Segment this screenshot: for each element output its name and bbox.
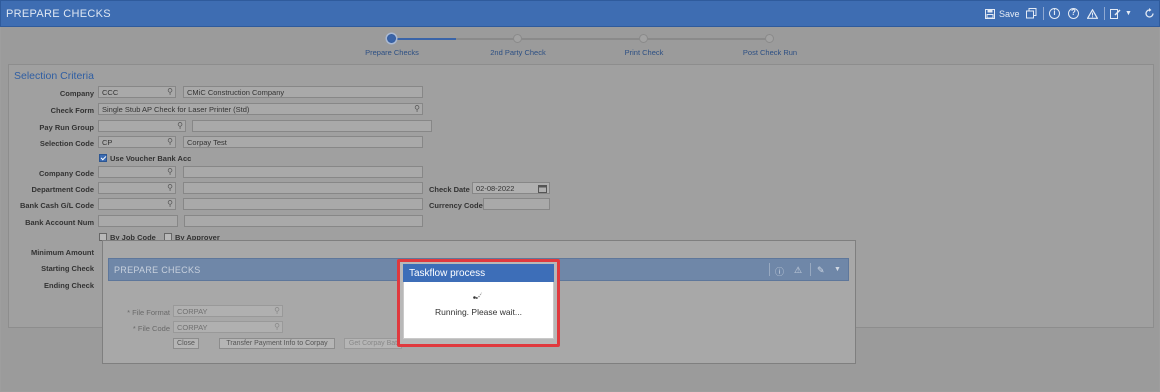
stepper-progress — [396, 38, 456, 40]
chevron-down-icon[interactable]: ▼ — [834, 266, 841, 273]
use-voucher-bank-checkbox[interactable] — [99, 154, 107, 162]
department-code-label: Department Code — [31, 185, 94, 194]
copy-icon — [1026, 8, 1037, 19]
info-icon[interactable]: ⓘ — [775, 265, 784, 278]
step-2nd-party-check-dot[interactable] — [513, 34, 522, 43]
use-voucher-bank-label: Use Voucher Bank Acc — [110, 154, 192, 163]
get-corpay-button[interactable]: Get Corpay Bat — [344, 338, 402, 349]
search-icon[interactable]: ⚲ — [177, 121, 183, 130]
help-button[interactable]: ? — [1068, 6, 1079, 21]
ending-check-label: Ending Check — [43, 281, 94, 290]
company-label: Company — [59, 89, 94, 98]
step-post-check-run-dot[interactable] — [765, 34, 774, 43]
selection-code-input[interactable]: CP ⚲ — [98, 136, 176, 148]
save-icon — [985, 8, 995, 19]
edit-menu-button[interactable]: ▼ — [1110, 6, 1132, 21]
transfer-payment-button[interactable]: Transfer Payment Info to Corpay — [219, 338, 335, 349]
file-format-label: * File Format — [127, 308, 170, 317]
search-icon[interactable]: ⚲ — [167, 183, 173, 192]
file-code-label: * File Code — [132, 324, 170, 333]
minimum-amount-label: Minimum Amount — [30, 248, 94, 257]
currency-code-input[interactable] — [483, 198, 550, 210]
warning-icon — [1087, 8, 1098, 19]
dialog-title: Taskflow process — [409, 268, 486, 279]
toolbar-divider — [1104, 7, 1105, 20]
calendar-icon[interactable] — [538, 184, 547, 193]
search-icon[interactable]: ⚲ — [167, 87, 173, 96]
company-code-input[interactable]: CCC ⚲ — [98, 86, 176, 98]
search-icon[interactable]: ⚲ — [167, 167, 173, 176]
check-date-label: Check Date — [429, 185, 470, 194]
department-code-input[interactable]: ⚲ — [98, 182, 176, 194]
bank-account-num-input[interactable] — [98, 215, 178, 227]
refresh-button[interactable] — [1144, 6, 1155, 21]
company-name-field: CMiC Construction Company — [183, 86, 423, 98]
currency-code-label: Currency Code — [429, 201, 483, 210]
toolbar-divider — [1043, 7, 1044, 20]
starting-check-label: Starting Check — [41, 264, 94, 273]
step-label-prepare-checks[interactable]: Prepare Checks — [337, 48, 447, 57]
file-format-input[interactable]: CORPAY ⚲ — [173, 305, 283, 317]
warning-button[interactable] — [1087, 6, 1098, 21]
file-code-input[interactable]: CORPAY ⚲ — [173, 321, 283, 333]
check-form-label: Check Form — [50, 106, 94, 115]
step-label-post-check-run[interactable]: Post Check Run — [715, 48, 825, 57]
check-form-input[interactable]: Single Stub AP Check for Laser Printer (… — [98, 103, 423, 115]
company-code-label: Company Code — [38, 169, 94, 178]
chevron-down-icon: ▼ — [1125, 10, 1132, 17]
search-icon[interactable]: ⚲ — [167, 199, 173, 208]
search-icon[interactable]: ⚲ — [414, 104, 420, 113]
bank-cash-gl-input[interactable]: ⚲ — [98, 198, 176, 210]
subwindow-title: PREPARE CHECKS — [114, 265, 201, 275]
app-title: PREPARE CHECKS — [6, 8, 111, 20]
copy-button[interactable] — [1026, 6, 1037, 21]
help-icon: ? — [1068, 8, 1079, 19]
search-icon[interactable]: ⚲ — [274, 306, 280, 315]
info-icon: i — [1049, 8, 1060, 19]
selection-code-label: Selection Code — [39, 139, 94, 148]
search-icon[interactable]: ⚲ — [167, 137, 173, 146]
pay-run-group-label: Pay Run Group — [39, 123, 94, 132]
warning-icon[interactable]: ⚠ — [794, 265, 802, 276]
step-label-print-check[interactable]: Print Check — [589, 48, 699, 57]
company-code-desc — [183, 166, 423, 178]
pay-run-group-desc — [192, 120, 432, 132]
stepper-track — [456, 38, 766, 40]
bank-cash-gl-label: Bank Cash G/L Code — [19, 201, 94, 210]
bank-cash-gl-desc — [183, 198, 423, 210]
subwindow-divider — [769, 263, 770, 276]
save-label: Save — [999, 8, 1020, 19]
dialog-message: Running. Please wait... — [435, 307, 522, 317]
pay-run-group-input[interactable]: ⚲ — [98, 120, 186, 132]
check-date-input[interactable]: 02-08-2022 — [472, 182, 550, 194]
subwindow-divider — [810, 263, 811, 276]
edit-icon[interactable]: ✎ — [817, 265, 825, 276]
refresh-icon — [1145, 8, 1154, 18]
company-code-field[interactable]: ⚲ — [98, 166, 176, 178]
step-print-check-dot[interactable] — [639, 34, 648, 43]
close-button[interactable]: Close — [173, 338, 199, 349]
step-label-2nd-party-check[interactable]: 2nd Party Check — [463, 48, 573, 57]
loading-spinner-icon — [473, 292, 483, 299]
bank-account-num-label: Bank Account Num — [25, 218, 94, 227]
section-title: Selection Criteria — [14, 70, 94, 82]
save-button[interactable]: Save — [985, 6, 1020, 21]
step-prepare-checks-dot[interactable] — [387, 34, 396, 43]
info-button[interactable]: i — [1049, 6, 1060, 21]
selection-code-name: Corpay Test — [183, 136, 423, 148]
search-icon[interactable]: ⚲ — [274, 322, 280, 331]
edit-icon — [1110, 9, 1121, 19]
department-code-desc — [183, 182, 423, 194]
bank-account-desc — [184, 215, 423, 227]
